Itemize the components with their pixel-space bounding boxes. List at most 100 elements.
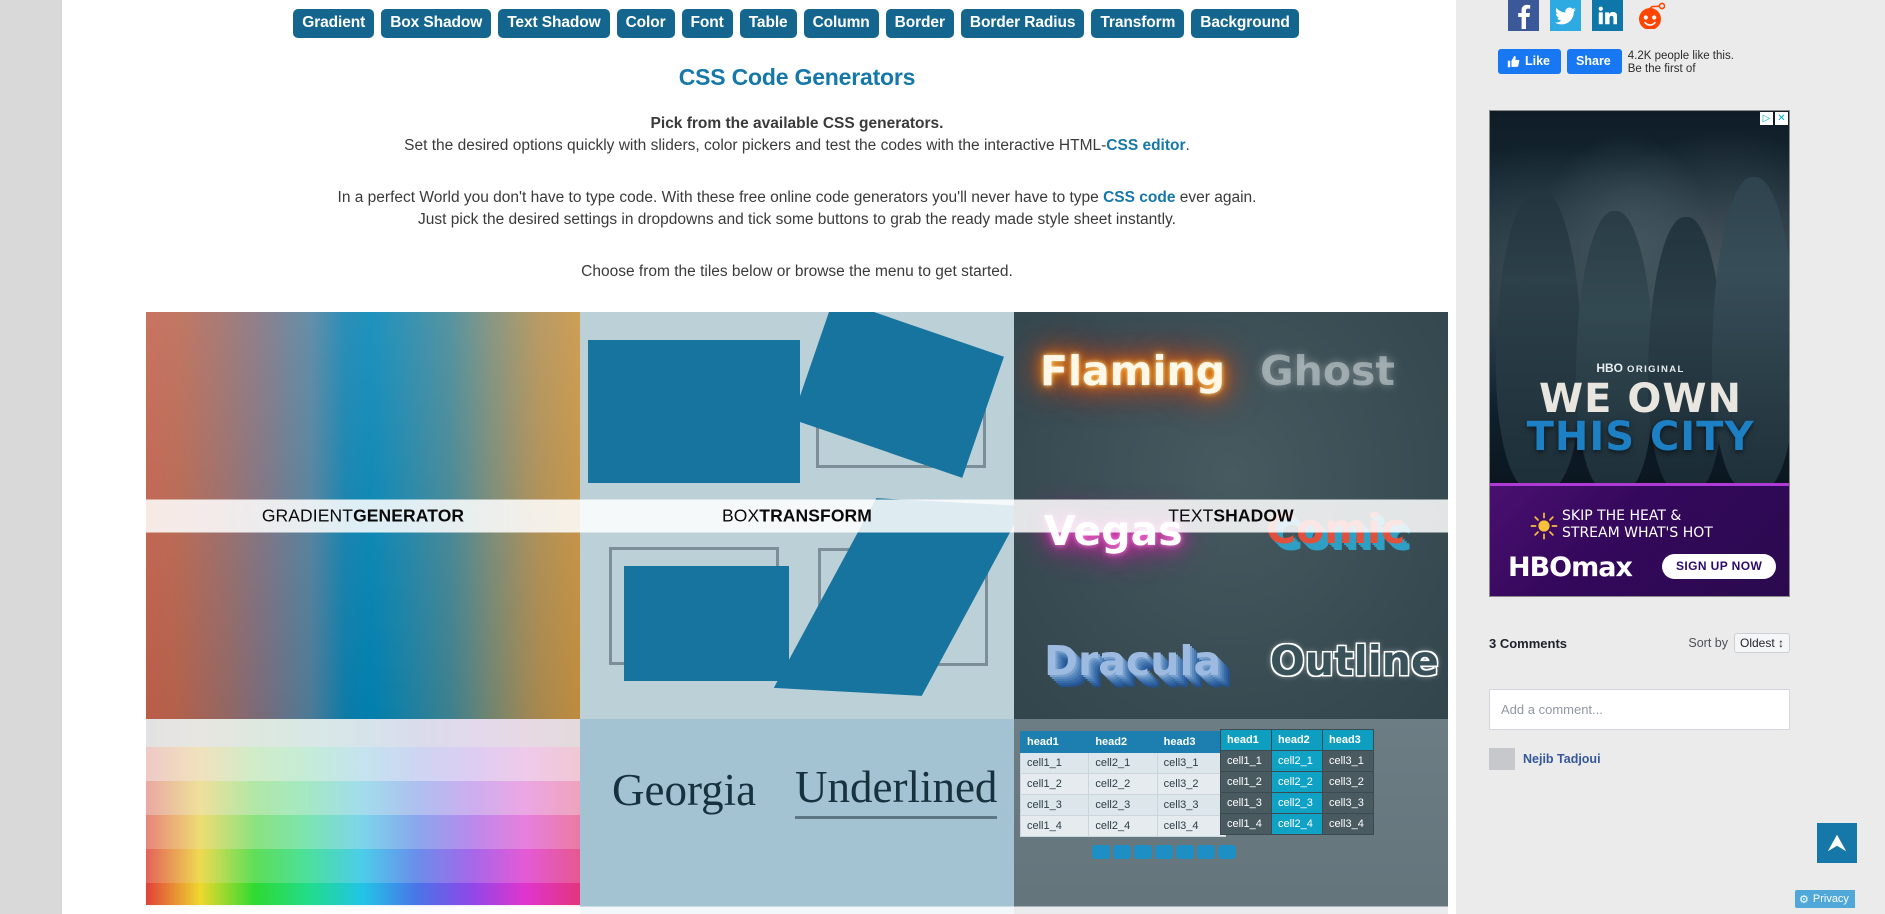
tile-gradient-generator[interactable]: GRADIENTGENERATOR [146, 312, 580, 719]
facebook-share-button[interactable]: Share [1567, 49, 1622, 74]
nav-item-background[interactable]: Background [1191, 9, 1299, 38]
pagination-dot[interactable] [1134, 845, 1152, 859]
linkedin-icon[interactable] [1592, 0, 1623, 31]
social-share-row [1465, 0, 1885, 31]
nav-item-gradient[interactable]: Gradient [293, 9, 375, 38]
intro-lead-bold-text: Pick from the available CSS generators. [650, 114, 944, 132]
tile-label-bold: GENERATOR [353, 505, 465, 525]
facebook-share-label: Share [1576, 54, 1611, 68]
intro-lead-bold: Pick from the available CSS generators. [146, 113, 1448, 136]
add-comment-placeholder: Add a comment... [1501, 702, 1603, 717]
add-comment-input[interactable]: Add a comment... [1489, 689, 1790, 730]
comments-header: 3 Comments Sort by Oldest ↕ [1489, 633, 1790, 653]
nav-item-column[interactable]: Column [803, 9, 879, 38]
tile-label-bold: SHADOW [1213, 505, 1294, 525]
font-sample-georgia: Georgia [612, 765, 757, 815]
facebook-glyph [1518, 4, 1531, 29]
twitter-glyph [1555, 7, 1576, 24]
ad-image: HBO ORIGINAL WE OWN THIS CITY [1490, 111, 1789, 491]
privacy-badge[interactable]: ⚙ Privacy [1795, 890, 1855, 908]
text-shadow-sample-flaming: Flaming [1040, 347, 1226, 395]
facebook-icon[interactable] [1508, 0, 1539, 31]
nav-item-border-radius[interactable]: Border Radius [960, 9, 1085, 38]
pagination-dot[interactable] [1155, 845, 1173, 859]
table-cell: cell2_2 [1088, 773, 1158, 795]
table-cell: cell1_3 [1019, 794, 1090, 816]
font-sample-underlined: Underlined [795, 761, 998, 819]
table-header-row: head1 head2 head3 [1220, 729, 1374, 751]
ad-promo-line2: STREAM WHAT'S HOT [1562, 525, 1713, 541]
table-header-cell: head2 [1271, 729, 1323, 751]
tile-gradient-generator-label: GRADIENTGENERATOR [146, 499, 580, 532]
nav-item-transform[interactable]: Transform [1091, 9, 1185, 38]
transform-shape-translated [624, 566, 789, 681]
tile-color-picker-label: COLORPICKER [146, 906, 580, 914]
pagination-dot[interactable] [1113, 845, 1131, 859]
ad-promo-banner[interactable]: SKIP THE HEAT & STREAM WHAT'S HOT HBOmax… [1490, 483, 1789, 596]
close-icon[interactable]: ✕ [1775, 112, 1788, 125]
tile-text-shadow[interactable]: Flaming Ghost Vegas Comic Dracula Outlin… [1014, 312, 1448, 719]
css-editor-link[interactable]: CSS editor [1106, 137, 1185, 154]
nav-item-color[interactable]: Color [616, 9, 675, 38]
table-cell: cell3_1 [1156, 752, 1227, 774]
tile-label-light: TEXT [1168, 505, 1214, 525]
nav-item-font[interactable]: Font [681, 9, 733, 38]
table-cell: cell2_1 [1088, 752, 1158, 774]
css-code-link[interactable]: CSS code [1103, 189, 1175, 206]
main-content-column: Gradient Box Shadow Text Shadow Color Fo… [62, 0, 1456, 914]
intro-lead-line2-b: . [1185, 137, 1190, 154]
ad-hbo-logo: HBO [1596, 361, 1623, 375]
table-row: cell1_3 cell2_3 cell3_3 [1220, 792, 1374, 814]
facebook-like-count: 4.2K people like this. Be the first of [1627, 50, 1734, 75]
color-swatch-band-6 [146, 883, 580, 905]
ad-promo-text: SKIP THE HEAT & STREAM WHAT'S HOT [1562, 508, 1713, 542]
pagination-dot[interactable] [1197, 845, 1215, 859]
table-header-cell: head3 [1322, 729, 1374, 751]
ad-title-line2: THIS CITY [1526, 414, 1755, 460]
facebook-like-label: Like [1525, 54, 1551, 68]
tile-box-transform-label: BOXTRANSFORM [580, 499, 1014, 532]
comment-author-name[interactable]: Nejib Tadjoui [1523, 752, 1601, 766]
adchoices-icon[interactable]: ▷ [1760, 112, 1773, 125]
tile-font-styler[interactable]: Georgia Underlined Bold Italic Small Cap… [580, 719, 1014, 914]
intro-para2-a: In a perfect World you don't have to typ… [337, 188, 1104, 206]
tile-color-picker[interactable]: COLORPICKER [146, 719, 580, 914]
table-header-cell: head3 [1156, 731, 1227, 753]
table-row: cell1_1 cell2_1 cell3_1 [1019, 752, 1227, 774]
pagination-dot[interactable] [1218, 845, 1236, 859]
table-header-row: head1 head2 head3 [1019, 731, 1227, 753]
comments-sort-select[interactable]: Oldest ↕ [1733, 633, 1790, 653]
table-row: cell1_4 cell2_4 cell3_4 [1019, 815, 1227, 837]
table-header-cell: head1 [1019, 731, 1090, 753]
comment-author-row: Nejib Tadjoui [1489, 748, 1601, 770]
hbomax-logo: HBOmax [1508, 552, 1633, 583]
page-root: Gradient Box Shadow Text Shadow Color Fo… [0, 0, 1885, 914]
tile-box-transform[interactable]: BOXTRANSFORM [580, 312, 1014, 719]
tile-label-light: BOX [722, 505, 760, 525]
scroll-to-top-button[interactable] [1817, 823, 1857, 863]
sign-up-button[interactable]: SIGN UP NOW [1662, 554, 1777, 579]
reddit-icon[interactable] [1634, 0, 1665, 31]
table-pagination[interactable] [1092, 845, 1236, 859]
intro-para2-line1: In a perfect World you don't have to typ… [146, 187, 1448, 210]
reddit-glyph [1638, 2, 1665, 29]
transform-shape-rect [588, 340, 800, 483]
facebook-like-button[interactable]: Like [1498, 49, 1562, 74]
table-cell: cell1_2 [1220, 771, 1272, 793]
ad-promo-line1: SKIP THE HEAT & [1562, 508, 1682, 524]
table-sample-light: head1 head2 head3 cell1_1 cell2_1 cell3_… [1019, 731, 1227, 837]
intro-lead-line2-a: Set the desired options quickly with sli… [404, 137, 1107, 154]
table-cell: cell1_1 [1019, 752, 1090, 774]
nav-item-box-shadow[interactable]: Box Shadow [381, 9, 492, 38]
table-cell: cell3_3 [1156, 794, 1227, 816]
nav-item-border[interactable]: Border [885, 9, 954, 38]
nav-item-table[interactable]: Table [739, 9, 797, 38]
color-swatch-band-4 [146, 815, 580, 849]
twitter-icon[interactable] [1550, 0, 1581, 31]
pagination-dot[interactable] [1176, 845, 1194, 859]
advertisement[interactable]: ▷ ✕ HBO ORIGINAL WE OWN THIS CITY SKIP T… [1489, 110, 1790, 597]
pagination-dot[interactable] [1092, 845, 1110, 859]
table-row: cell1_3 cell2_3 cell3_3 [1019, 794, 1227, 816]
tile-table-styler[interactable]: head1 head2 head3 cell1_1 cell2_1 cell3_… [1014, 719, 1448, 914]
nav-item-text-shadow[interactable]: Text Shadow [498, 9, 610, 38]
